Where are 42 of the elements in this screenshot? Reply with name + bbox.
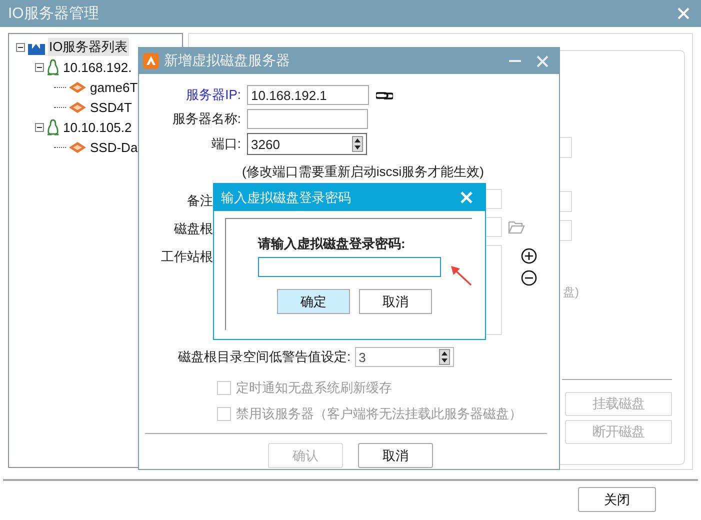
- penguin-icon: [47, 58, 59, 76]
- collapse-icon[interactable]: [16, 42, 25, 52]
- field-label: 备注: [186, 192, 213, 210]
- port-note: (修改端口需要重新启动iscsi服务才能生效): [241, 163, 485, 181]
- collapse-icon[interactable]: [35, 62, 44, 72]
- spinner-value: 3260: [251, 136, 280, 152]
- field-label: 工作站根: [160, 248, 213, 266]
- tree-item[interactable]: 10.168.192.: [62, 60, 133, 74]
- name-field[interactable]: [247, 109, 368, 129]
- close-button[interactable]: 关闭: [578, 487, 656, 512]
- spinner-arrows-icon[interactable]: [352, 136, 363, 152]
- warning-spinner[interactable]: 3: [354, 347, 454, 367]
- field-label: 服务器名称:: [171, 110, 241, 128]
- pointer-arrow: [451, 266, 472, 286]
- remove-icon[interactable]: [521, 270, 537, 286]
- ok-button[interactable]: 确定: [277, 289, 350, 314]
- field-label: 端口:: [210, 135, 241, 153]
- port-spinner[interactable]: 3260: [247, 133, 367, 155]
- cancel-button[interactable]: 取消: [358, 443, 433, 468]
- tree-item[interactable]: game6T: [89, 80, 139, 94]
- dialog-title: 新增虚拟磁盘服务器: [164, 52, 291, 70]
- tree-item[interactable]: 10.10.105.2: [62, 120, 133, 134]
- add-icon[interactable]: [521, 248, 537, 264]
- tree-item[interactable]: SSD-Da: [89, 140, 139, 154]
- password-field[interactable]: [258, 257, 441, 277]
- collapse-icon[interactable]: [35, 122, 44, 132]
- field-label: 服务器IP:: [185, 86, 241, 104]
- field-label: 磁盘根目录空间低警告值设定:: [178, 348, 351, 366]
- field-label: 磁盘根: [173, 220, 213, 238]
- ip-field[interactable]: 10.168.192.1: [247, 85, 369, 105]
- dialog-title: 输入虚拟磁盘登录密码: [221, 188, 351, 206]
- penguin-icon: [47, 118, 59, 136]
- password-prompt: 请输入虚拟磁盘登录密码:: [258, 235, 406, 253]
- tree-item[interactable]: IO服务器列表: [48, 38, 129, 56]
- window-title: IO服务器管理: [8, 4, 99, 23]
- spinner-arrows-icon[interactable]: [438, 349, 450, 365]
- tree-item[interactable]: SSD4T: [89, 100, 133, 114]
- app-logo-icon: [143, 53, 159, 69]
- spinner-value: 3: [358, 350, 366, 364]
- hint-text: 盘): [563, 284, 579, 301]
- link-icon[interactable]: [376, 90, 393, 100]
- cancel-button[interactable]: 取消: [359, 289, 432, 314]
